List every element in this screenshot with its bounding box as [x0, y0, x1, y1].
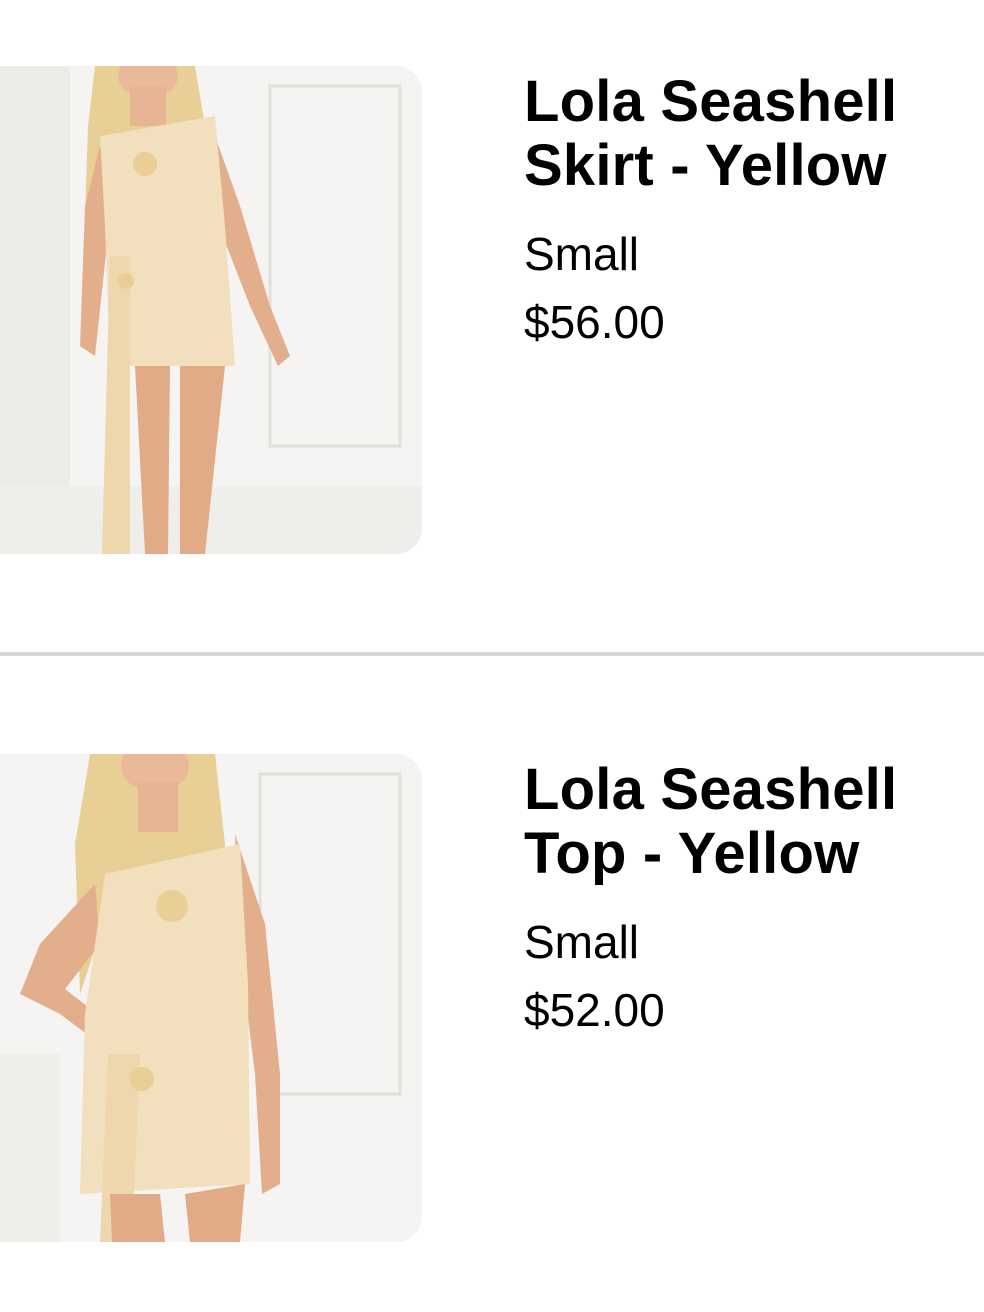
product-image[interactable]: [0, 66, 422, 554]
product-title[interactable]: Lola Seashell Top - Yellow: [524, 758, 964, 886]
cart-line-item[interactable]: Lola Seashell Skirt - Yellow Small $56.0…: [0, 0, 984, 652]
cart-items-list: Lola Seashell Skirt - Yellow Small $56.0…: [0, 0, 984, 1312]
product-price: $56.00: [524, 296, 665, 348]
product-variant: Small: [524, 228, 640, 280]
cart-line-item[interactable]: Lola Seashell Top - Yellow Small $52.00: [0, 656, 984, 1312]
product-image[interactable]: [0, 754, 422, 1242]
product-info: Lola Seashell Top - Yellow Small $52.00: [524, 758, 964, 1037]
product-variant: Small: [524, 916, 640, 968]
product-photo-icon: [0, 66, 422, 554]
product-price: $52.00: [524, 984, 665, 1036]
product-info: Lola Seashell Skirt - Yellow Small $56.0…: [524, 70, 964, 349]
product-photo-icon: [0, 754, 422, 1242]
product-title[interactable]: Lola Seashell Skirt - Yellow: [524, 70, 964, 198]
